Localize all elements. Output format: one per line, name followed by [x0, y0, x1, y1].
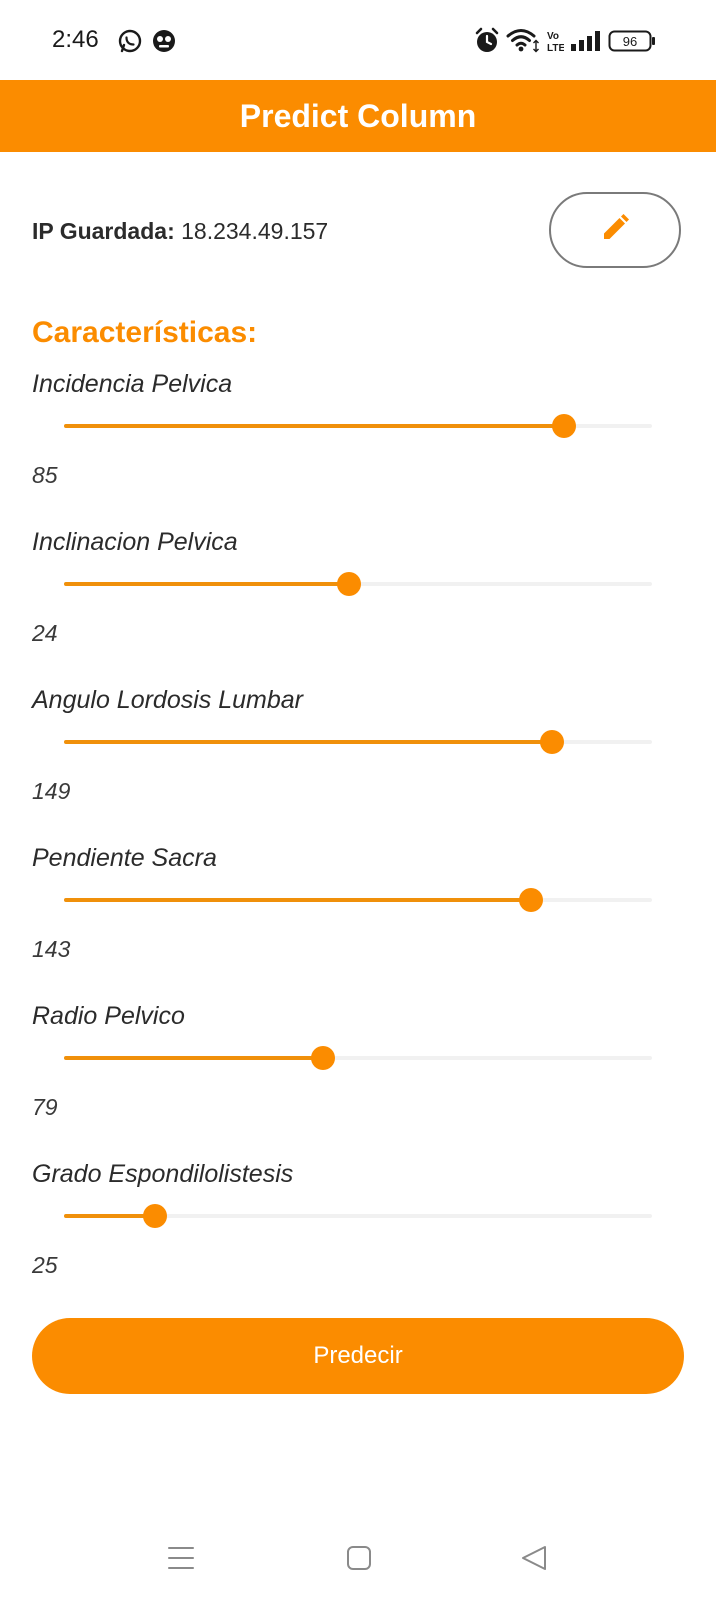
slider-fill	[64, 582, 350, 586]
app-notification-icon	[151, 28, 177, 59]
slider-inclinacion-pelvica[interactable]	[64, 572, 652, 596]
feature-value: 149	[32, 778, 71, 804]
feature-label: Angulo Lordosis Lumbar	[32, 686, 303, 714]
ip-label: IP Guardada:	[32, 218, 175, 244]
slider-fill	[64, 740, 553, 744]
back-triangle-icon[interactable]	[520, 1544, 548, 1577]
feature-inclinacion-pelvica: Inclinacion Pelvica 24	[0, 528, 716, 678]
app-title: Predict Column	[239, 97, 477, 134]
feature-label: Incidencia Pelvica	[32, 370, 233, 398]
feature-value: 24	[32, 620, 58, 646]
home-square-icon[interactable]	[345, 1544, 373, 1577]
feature-pendiente-sacra: Pendiente Sacra 143	[0, 844, 716, 994]
battery-level: 96	[623, 34, 637, 49]
slider-thumb[interactable]	[143, 1204, 168, 1228]
slider-fill	[64, 898, 532, 902]
slider-fill	[64, 1214, 156, 1218]
slider-thumb[interactable]	[540, 730, 565, 754]
status-time: 2:46	[52, 26, 99, 53]
slider-grado-espondilolistesis[interactable]	[64, 1204, 652, 1228]
battery-icon: 96	[608, 29, 656, 58]
feature-label: Grado Espondilolistesis	[32, 1160, 294, 1188]
feature-value: 143	[32, 936, 71, 962]
slider-thumb[interactable]	[310, 1046, 335, 1070]
slider-fill	[64, 424, 564, 428]
ip-value: 18.234.49.157	[181, 218, 329, 244]
wifi-icon	[506, 27, 540, 58]
feature-label: Pendiente Sacra	[32, 844, 217, 872]
pencil-icon	[600, 213, 630, 248]
feature-value: 85	[32, 462, 58, 488]
app-bar: Predict Column	[0, 80, 716, 152]
volte-icon: Vo LTE	[546, 28, 565, 59]
slider-radio-pelvico[interactable]	[64, 1046, 652, 1070]
section-title: Características:	[32, 316, 258, 349]
predict-button[interactable]: Predecir	[32, 1318, 684, 1394]
slider-fill	[64, 1056, 323, 1060]
slider-thumb[interactable]	[337, 572, 362, 596]
svg-text:Vo: Vo	[547, 31, 559, 42]
signal-icon	[570, 30, 602, 57]
feature-label: Radio Pelvico	[32, 1002, 185, 1030]
system-nav-bar	[0, 1520, 716, 1600]
svg-text:LTE: LTE	[547, 43, 564, 54]
edit-ip-button[interactable]	[549, 192, 681, 268]
alarm-icon	[474, 27, 500, 60]
slider-incidencia-pelvica[interactable]	[64, 414, 652, 438]
ip-row: IP Guardada: 18.234.49.157	[32, 218, 328, 245]
feature-grado-espondilolistesis: Grado Espondilolistesis 25	[0, 1160, 716, 1310]
feature-label: Inclinacion Pelvica	[32, 528, 238, 556]
status-bar: 2:46 Vo LTE 96	[0, 0, 716, 80]
feature-value: 25	[32, 1252, 58, 1278]
slider-thumb[interactable]	[519, 888, 544, 912]
feature-incidencia-pelvica: Incidencia Pelvica 85	[0, 370, 716, 520]
whatsapp-icon	[117, 28, 143, 59]
feature-angulo-lordosis-lumbar: Angulo Lordosis Lumbar 149	[0, 686, 716, 836]
slider-pendiente-sacra[interactable]	[64, 888, 652, 912]
feature-radio-pelvico: Radio Pelvico 79	[0, 1002, 716, 1152]
slider-angulo-lordosis-lumbar[interactable]	[64, 730, 652, 754]
feature-value: 79	[32, 1094, 58, 1120]
slider-thumb[interactable]	[551, 414, 576, 438]
menu-icon[interactable]	[167, 1544, 195, 1577]
